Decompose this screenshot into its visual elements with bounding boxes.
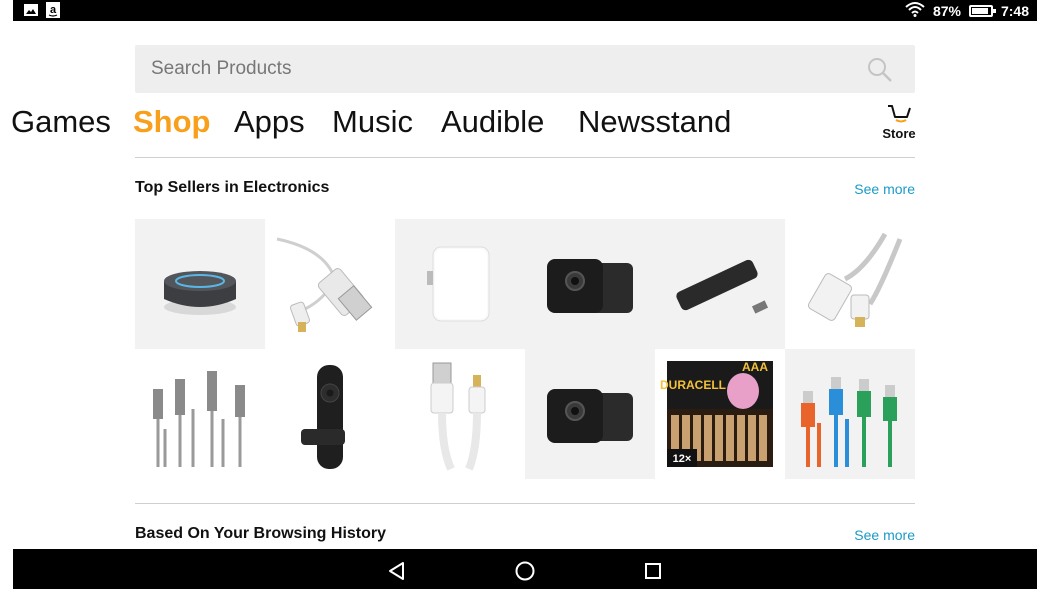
- product-tile-smart-speaker[interactable]: [135, 219, 265, 349]
- cart-icon: [876, 103, 922, 125]
- product-tile-streaming-stick[interactable]: [655, 219, 785, 349]
- product-tile-aaa-batteries[interactable]: DURACELL AAA 12×: [655, 349, 785, 479]
- category-tabs: Games Shop Apps Music Audible Newsstand: [0, 100, 740, 144]
- product-tile-colored-cable-pack[interactable]: [785, 349, 915, 479]
- product-tile-security-camera-2[interactable]: [525, 349, 655, 479]
- product-tile-smart-plug[interactable]: [395, 219, 525, 349]
- section-title-top-sellers: Top Sellers in Electronics: [135, 179, 330, 196]
- home-icon[interactable]: [513, 559, 537, 583]
- product-tile-usb-lightning-cable[interactable]: [265, 219, 395, 349]
- product-tile-braided-lightning-cable[interactable]: [785, 219, 915, 349]
- section-title-browsing-history: Based On Your Browsing History: [135, 525, 387, 542]
- tab-shop[interactable]: Shop: [133, 100, 211, 144]
- search-bar[interactable]: [135, 45, 915, 93]
- divider: [135, 503, 915, 504]
- store-label: Store: [882, 126, 916, 141]
- tab-audible[interactable]: Audible: [441, 100, 544, 144]
- product-grid: DURACELL AAA 12×: [135, 219, 915, 479]
- tab-apps[interactable]: Apps: [234, 100, 305, 144]
- product-tile-white-lightning-cable[interactable]: [395, 349, 525, 479]
- battery-icon: [968, 4, 996, 17]
- status-bar: a 87% 7:48: [13, 0, 1037, 21]
- battery-brand: DURACELL: [660, 378, 726, 392]
- search-icon[interactable]: [867, 57, 893, 83]
- battery-count-badge: 12×: [673, 453, 692, 465]
- recents-icon[interactable]: [641, 559, 665, 583]
- amazon-a-icon: a: [45, 2, 61, 18]
- clock: 7:48: [1000, 2, 1029, 19]
- divider: [135, 157, 915, 158]
- battery-size-label: AAA: [742, 360, 768, 374]
- see-more-link[interactable]: See more: [854, 181, 915, 197]
- svg-text:a: a: [50, 4, 57, 16]
- tab-music[interactable]: Music: [332, 100, 413, 144]
- product-tile-streaming-stick-remote[interactable]: [265, 349, 395, 479]
- see-more-link[interactable]: See more: [854, 527, 915, 543]
- tab-games[interactable]: Games: [11, 100, 111, 144]
- store-button[interactable]: Store: [876, 103, 922, 141]
- navigation-bar: [13, 549, 1037, 589]
- back-icon[interactable]: [385, 559, 409, 583]
- tab-newsstand[interactable]: Newsstand: [578, 100, 731, 144]
- search-input[interactable]: [135, 45, 855, 93]
- product-tile-security-camera[interactable]: [525, 219, 655, 349]
- wifi-icon: [905, 1, 925, 20]
- image-icon: [23, 2, 39, 18]
- product-tile-usb-c-cable-pack[interactable]: [135, 349, 265, 479]
- battery-percent: 87%: [932, 2, 961, 19]
